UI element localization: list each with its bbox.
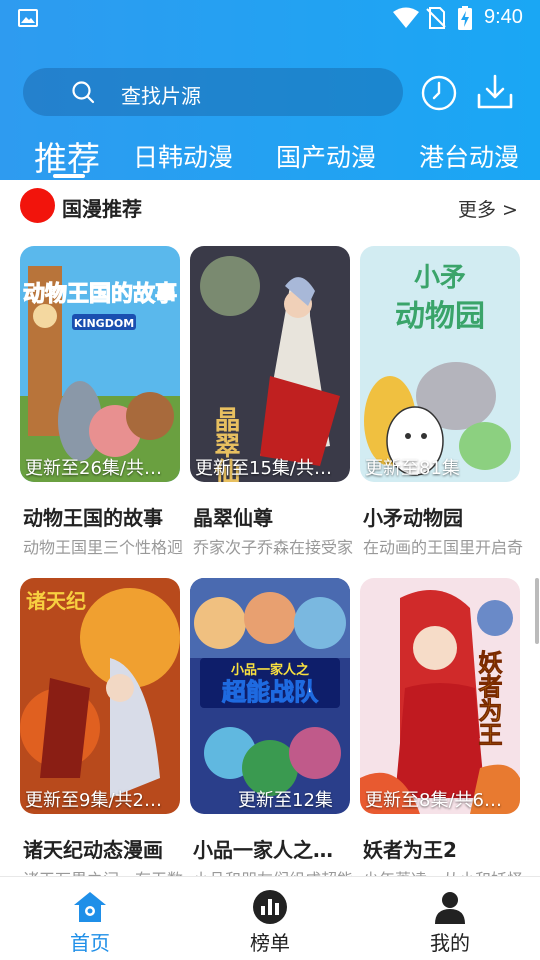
poster-image: 晶翠仙尊 bbox=[190, 246, 350, 482]
poster-image: 动物王国的故事 KINGDOM bbox=[20, 246, 180, 482]
card-title: 动物王国的故事 bbox=[23, 506, 163, 530]
poster-image: 小品一家人之 超能战队 bbox=[190, 578, 350, 814]
nav-ranking[interactable]: 榜单 bbox=[210, 877, 330, 960]
home-icon bbox=[74, 892, 106, 922]
section-title: 国漫推荐 bbox=[62, 197, 142, 221]
card-title: 诸天纪动态漫画 bbox=[23, 838, 163, 862]
tab-recommended[interactable]: 推荐 bbox=[34, 132, 100, 180]
poster-title: 诸天纪 bbox=[26, 589, 86, 613]
active-tab-indicator bbox=[53, 174, 85, 178]
gallery-notification-icon bbox=[18, 9, 38, 27]
nav-home[interactable]: 首页 bbox=[30, 877, 150, 960]
anime-card[interactable]: 妖者为王 更新至8集/共6… 妖者为王2 少年萧凌，从小和妖怪为伴 bbox=[360, 578, 523, 889]
card-description: 在动画的王国里开启奇妙旅程 bbox=[363, 538, 523, 557]
poster-image: 小矛 动物园 bbox=[360, 246, 520, 482]
section-header: 国漫推荐 更多 > bbox=[0, 180, 540, 232]
poster[interactable]: 诸天纪 更新至9集/共2… bbox=[20, 578, 180, 814]
no-sim-icon bbox=[426, 7, 446, 29]
anime-card[interactable]: 诸天纪 更新至9集/共2… 诸天纪动态漫画 诸天万界之间，有无数强者 bbox=[20, 578, 183, 889]
card-title: 小矛动物园 bbox=[363, 506, 463, 530]
scrollbar[interactable] bbox=[535, 578, 539, 644]
card-description: 动物王国里三个性格迥异的伙伴 bbox=[23, 538, 183, 557]
search-bar[interactable]: 查找片源 bbox=[23, 68, 403, 116]
poster[interactable]: 小矛 动物园 更新至81集 bbox=[360, 246, 520, 482]
poster[interactable]: 晶翠仙尊 更新至15集/共… bbox=[190, 246, 350, 482]
ranking-icon bbox=[253, 890, 287, 924]
anime-card[interactable]: 晶翠仙尊 更新至15集/共… 晶翠仙尊 乔家次子乔森在接受家族传承时 bbox=[190, 246, 353, 557]
card-title: 妖者为王2 bbox=[363, 838, 457, 862]
tab-domestic-anime[interactable]: 国产动漫 bbox=[276, 138, 376, 174]
svg-text:KINGDOM: KINGDOM bbox=[74, 317, 134, 330]
more-link[interactable]: 更多 > bbox=[458, 195, 518, 222]
nav-home-label: 首页 bbox=[70, 931, 110, 955]
search-icon bbox=[72, 81, 95, 104]
download-icon[interactable] bbox=[476, 73, 514, 111]
svg-text:小矛: 小矛 bbox=[414, 263, 466, 293]
svg-text:超能战队: 超能战队 bbox=[222, 678, 319, 706]
battery-charging-icon bbox=[458, 6, 472, 30]
category-tabs: 推荐 日韩动漫 国产动漫 港台动漫 bbox=[0, 128, 540, 180]
anime-card[interactable]: 小矛 动物园 更新至81集 小矛动物园 在动画的王国里开启奇妙旅程 bbox=[360, 246, 523, 557]
wifi-icon bbox=[393, 7, 419, 28]
poster-image: 诸天纪 bbox=[20, 578, 180, 814]
nav-ranking-label: 榜单 bbox=[250, 931, 290, 955]
update-status: 更新至9集/共2… bbox=[25, 790, 162, 811]
tab-japan-korea-anime[interactable]: 日韩动漫 bbox=[133, 138, 233, 174]
update-status: 更新至15集/共… bbox=[195, 458, 332, 479]
poster[interactable]: 小品一家人之 超能战队 更新至12集 bbox=[190, 578, 350, 814]
poster[interactable]: 动物王国的故事 KINGDOM 更新至26集/共… bbox=[20, 246, 180, 482]
search-placeholder: 查找片源 bbox=[121, 84, 201, 108]
status-bar: 9:40 bbox=[0, 0, 540, 36]
nav-profile-label: 我的 bbox=[430, 931, 470, 955]
svg-text:小品一家人之: 小品一家人之 bbox=[231, 662, 309, 678]
anime-card[interactable]: 小品一家人之 超能战队 更新至12集 小品一家人之… 小品和朋友们组成超能战队 bbox=[190, 578, 353, 889]
poster-title: 妖者为王 bbox=[474, 650, 502, 746]
poster-image: 妖者为王 bbox=[360, 578, 520, 814]
header: 9:40 查找片源 推荐 日韩动漫 国产动漫 港台动漫 bbox=[0, 0, 540, 180]
poster-title: 动物王国的故事 bbox=[23, 281, 177, 307]
poster[interactable]: 妖者为王 更新至8集/共6… bbox=[360, 578, 520, 814]
card-description: 乔家次子乔森在接受家族传承时 bbox=[193, 538, 353, 557]
tab-hk-tw-anime[interactable]: 港台动漫 bbox=[419, 138, 519, 174]
update-status: 更新至81集 bbox=[365, 458, 460, 479]
bottom-nav: 首页 榜单 我的 bbox=[0, 876, 540, 960]
card-title: 小品一家人之… bbox=[193, 838, 333, 862]
app-screen: 9:40 查找片源 推荐 日韩动漫 国产动漫 港台动漫 国漫推荐 更多 > 动物… bbox=[0, 0, 540, 960]
update-status: 更新至26集/共… bbox=[25, 458, 162, 479]
update-status: 更新至12集 bbox=[238, 790, 333, 811]
anime-card[interactable]: 动物王国的故事 KINGDOM 更新至26集/共… 动物王国的故事 动物王国里三… bbox=[20, 246, 183, 557]
svg-text:动物园: 动物园 bbox=[395, 299, 485, 334]
card-title: 晶翠仙尊 bbox=[193, 506, 273, 530]
history-clock-icon[interactable] bbox=[421, 75, 457, 111]
profile-icon bbox=[435, 892, 465, 924]
status-time: 9:40 bbox=[484, 6, 523, 28]
nav-profile[interactable]: 我的 bbox=[390, 877, 510, 960]
update-status: 更新至8集/共6… bbox=[365, 790, 502, 811]
section-dot bbox=[20, 188, 55, 223]
